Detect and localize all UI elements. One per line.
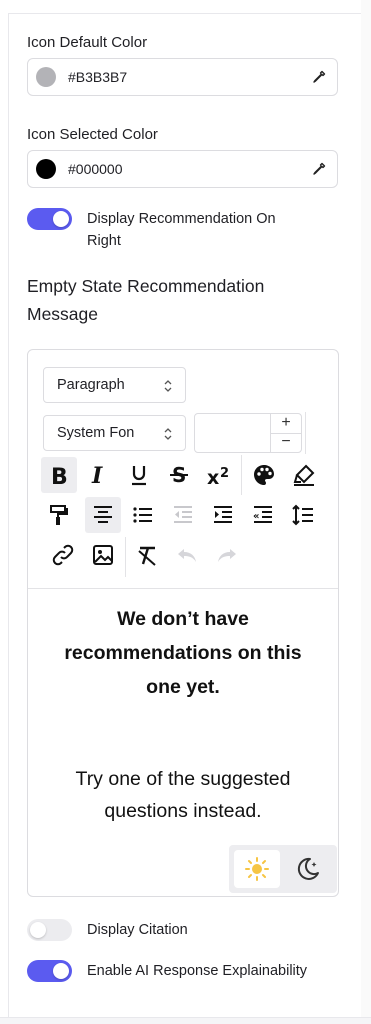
block-format-select[interactable]: Paragraph <box>43 367 186 403</box>
message-line: recommendations on this <box>64 642 302 664</box>
toggle-knob <box>30 922 46 938</box>
indent-button[interactable] <box>205 497 241 533</box>
italic-button[interactable]: I <box>81 457 117 493</box>
format-painter-button[interactable] <box>41 497 77 533</box>
clear-formatting-button[interactable] <box>129 537 165 573</box>
font-family-select[interactable]: System Fon <box>43 415 186 451</box>
outdent-icon <box>174 506 192 523</box>
text-color-icon <box>254 465 274 485</box>
eyedropper-icon[interactable] <box>311 69 327 85</box>
title-line: Message <box>27 304 99 324</box>
link-button[interactable] <box>45 537 81 573</box>
image-button[interactable] <box>85 537 121 573</box>
svg-text:2: 2 <box>220 466 229 481</box>
undo-icon <box>178 549 196 562</box>
display-citation-label: Display Citation <box>87 922 188 938</box>
scrollbar-track[interactable] <box>361 0 371 1024</box>
toggle-knob <box>53 211 69 227</box>
sun-icon <box>245 857 269 881</box>
line-height-icon <box>292 504 313 526</box>
clear-formatting-icon <box>138 546 156 566</box>
blockquote-icon: « <box>253 506 272 523</box>
display-recommendation-right-label: Display Recommendation On Right <box>87 208 276 252</box>
theme-switch <box>229 845 337 893</box>
toolbar-divider <box>241 455 242 495</box>
bold-icon: B <box>51 465 68 487</box>
superscript-icon: x2 <box>207 466 229 487</box>
block-format-value: Paragraph <box>57 377 125 393</box>
svg-text:x: x <box>207 467 219 487</box>
rich-text-editor: Paragraph System Fon + − B I S x2 « We d… <box>27 349 339 897</box>
align-center-icon <box>94 506 112 523</box>
font-size-input[interactable]: + − <box>194 413 302 453</box>
label-line: Right <box>87 233 121 249</box>
eyedropper-icon[interactable] <box>311 161 327 177</box>
text-color-button[interactable] <box>246 457 282 493</box>
light-theme-button[interactable] <box>234 850 280 888</box>
superscript-button[interactable]: x2 <box>201 457 237 493</box>
icon-default-color-value: #B3B3B7 <box>68 69 128 85</box>
bottom-edge <box>0 1017 371 1024</box>
image-icon <box>93 545 113 565</box>
outdent-button[interactable] <box>165 497 201 533</box>
empty-state-title: Empty State Recommendation Message <box>27 272 317 328</box>
svg-text:B: B <box>51 465 68 487</box>
line-height-button[interactable] <box>285 497 321 533</box>
color-swatch[interactable] <box>36 67 56 87</box>
underline-button[interactable] <box>121 457 157 493</box>
bold-button[interactable]: B <box>41 457 77 493</box>
display-citation-toggle[interactable] <box>27 919 72 941</box>
icon-selected-color-field[interactable]: #000000 <box>27 150 338 188</box>
icon-selected-color-value: #000000 <box>68 161 123 177</box>
color-swatch[interactable] <box>36 159 56 179</box>
svg-text:I: I <box>91 463 103 487</box>
toolbar-divider <box>125 537 126 577</box>
blockquote-button[interactable]: « <box>245 497 281 533</box>
font-family-value: System Fon <box>57 425 135 441</box>
highlight-icon <box>293 464 315 486</box>
icon-default-color-label: Icon Default Color <box>27 34 148 51</box>
display-recommendation-right-toggle[interactable] <box>27 208 72 230</box>
increase-font-size-button[interactable]: + <box>270 414 301 434</box>
link-icon <box>52 544 74 566</box>
undo-button[interactable] <box>169 537 205 573</box>
title-line: Empty State Recommendation <box>27 276 265 296</box>
message-line: questions instead. <box>104 800 262 822</box>
underline-icon <box>132 466 146 486</box>
strikethrough-button[interactable]: S <box>161 457 197 493</box>
icon-default-color-field[interactable]: #B3B3B7 <box>27 58 338 96</box>
ai-explainability-toggle[interactable] <box>27 960 72 982</box>
decrease-font-size-button[interactable]: − <box>270 433 301 452</box>
redo-icon <box>218 549 236 562</box>
toolbar-divider <box>305 412 306 454</box>
label-line: Display Recommendation On <box>87 211 276 227</box>
indent-icon <box>214 506 232 523</box>
message-line: We don’t have <box>117 608 249 630</box>
message-line: one yet. <box>146 676 220 698</box>
select-chevron-icon <box>164 380 172 392</box>
icon-selected-color-label: Icon Selected Color <box>27 126 158 143</box>
redo-button[interactable] <box>209 537 245 573</box>
dark-theme-button[interactable] <box>285 850 331 888</box>
highlight-button[interactable] <box>286 457 322 493</box>
toolbar-bottom-divider <box>28 588 338 589</box>
toggle-knob <box>53 963 69 979</box>
message-line: Try one of the suggested <box>75 768 291 790</box>
empty-state-message-heading[interactable]: We don’t have recommendations on this on… <box>28 602 338 704</box>
strikethrough-icon: S <box>170 463 188 487</box>
italic-icon: I <box>91 463 103 487</box>
select-chevron-icon <box>164 428 172 440</box>
align-center-button[interactable] <box>85 497 121 533</box>
moon-icon <box>297 857 319 880</box>
svg-text:«: « <box>253 511 259 522</box>
ai-explainability-label: Enable AI Response Explainability <box>87 963 308 979</box>
empty-state-message-body[interactable]: Try one of the suggested questions inste… <box>28 763 338 827</box>
bullet-list-icon <box>133 507 152 523</box>
format-painter-icon <box>50 505 68 525</box>
bullet-list-button[interactable] <box>125 497 161 533</box>
